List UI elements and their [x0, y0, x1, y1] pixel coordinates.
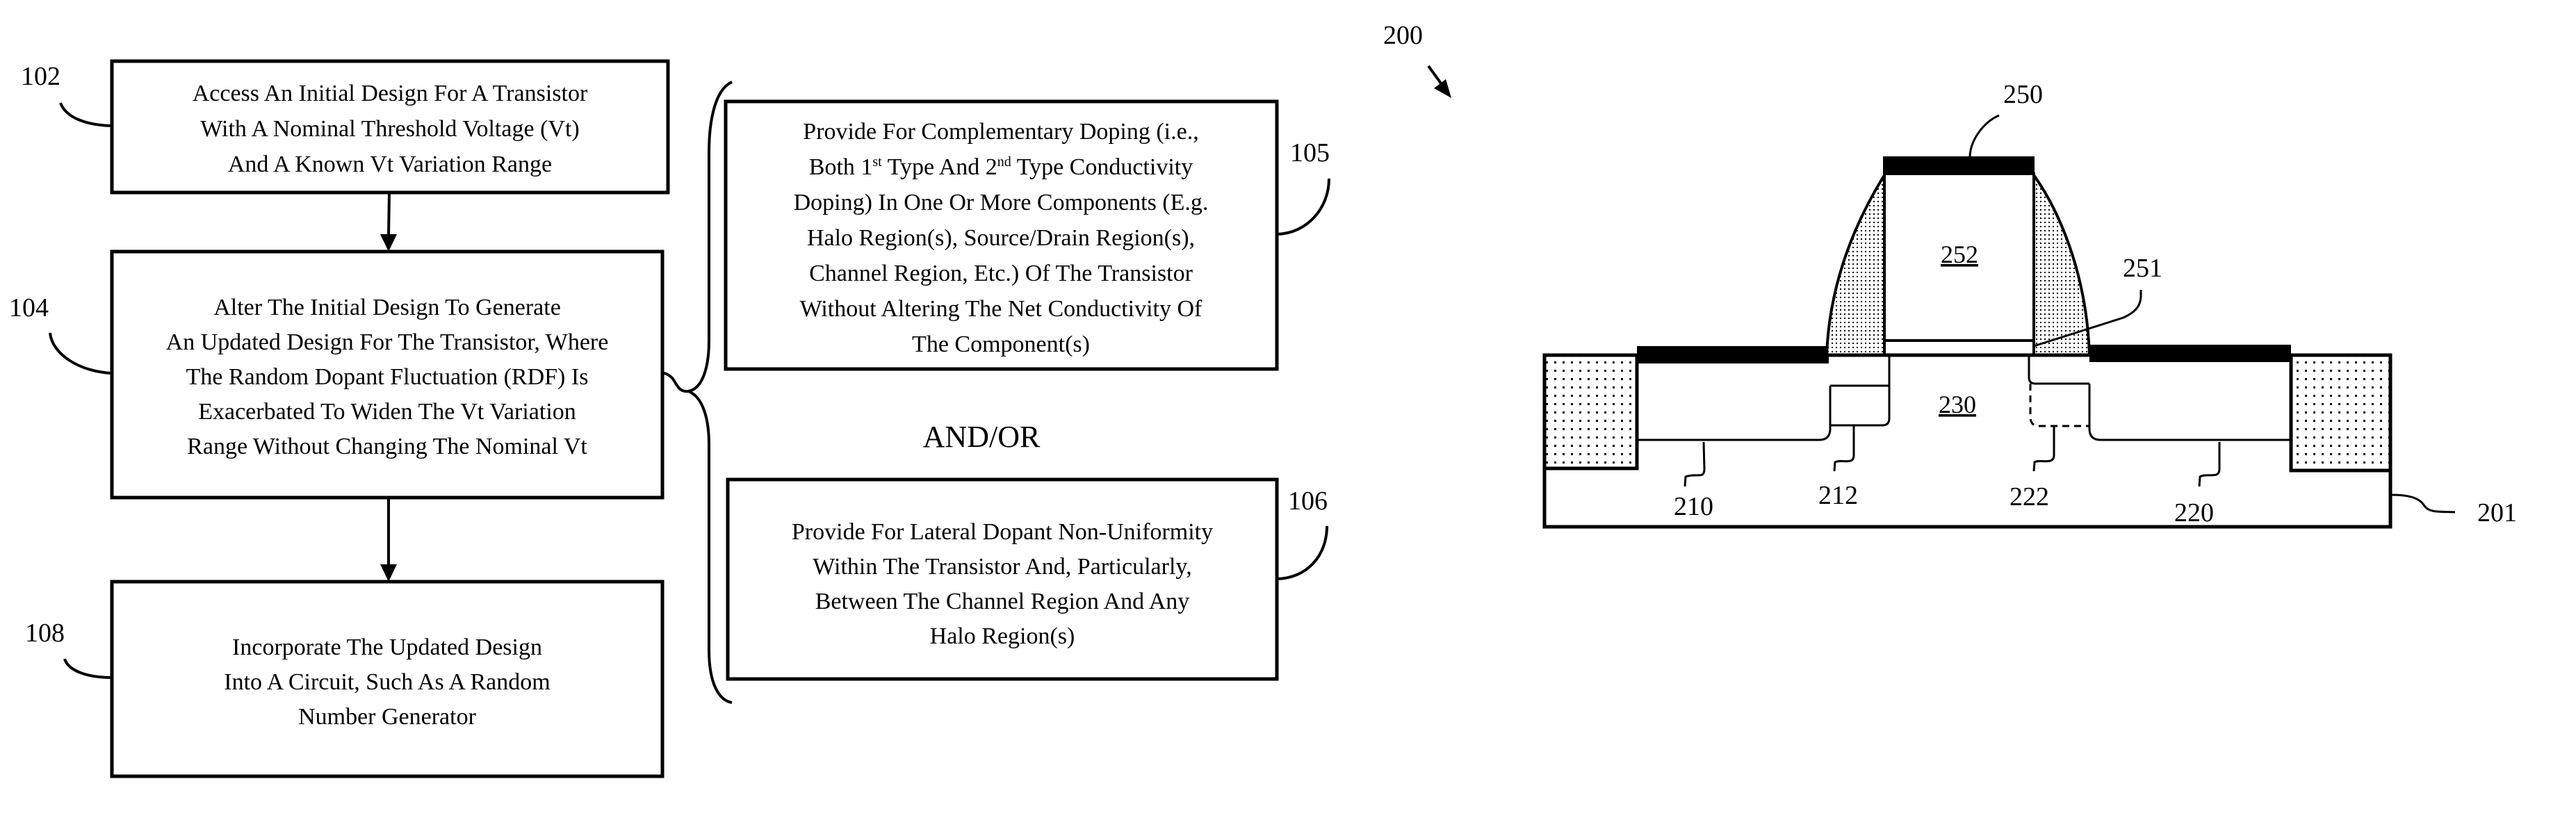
step-text-102-line-2: With A Nominal Threshold Voltage (Vt): [200, 116, 579, 142]
step-text-104-line-4: Exacerbated To Widen The Vt Variation: [198, 399, 576, 425]
step-text-102-line-1: Access An Initial Design For A Transisto…: [193, 81, 588, 106]
gate-cap-250: [1883, 156, 2035, 174]
step-text-102-line-3: And A Known Vt Variation Range: [228, 152, 552, 177]
spacer-right: [2032, 170, 2092, 357]
arrow-102-to-104: [380, 192, 397, 252]
option-text-106-line-4: Halo Region(s): [930, 623, 1075, 649]
transistor-cross-section: 200 252 230 250 251 210 212 222 220 201: [1383, 21, 2517, 529]
ref-label-220: 220: [2174, 498, 2214, 527]
ref-label-106: 106: [1288, 486, 1328, 516]
leader-102: [59, 102, 113, 127]
option-106: 106 Provide For Lateral Dopant Non-Unifo…: [726, 477, 1328, 681]
arrow-104-to-108: [380, 498, 397, 582]
ref-label-222: 222: [2010, 482, 2049, 511]
step-text-108-line-2: Into A Circuit, Such As A Random: [224, 669, 550, 695]
option-text-105-line-4: Halo Region(s), Source/Drain Region(s),: [807, 225, 1195, 251]
step-text-104-line-1: Alter The Initial Design To Generate: [213, 295, 561, 320]
leader-104: [49, 332, 113, 375]
ref-label-105: 105: [1290, 138, 1330, 167]
option-text-105-line-1: Provide For Complementary Doping (i.e.,: [803, 119, 1198, 145]
superscript-nd: nd: [997, 154, 1011, 170]
isolation-left: [1542, 353, 1639, 470]
isolation-right: [2289, 353, 2392, 473]
leader-105: [1276, 178, 1330, 236]
step-text-104-line-5: Range Without Changing The Nominal Vt: [187, 434, 587, 459]
step-108: 108 Incorporate The Updated Design Into …: [25, 580, 665, 778]
option-text-105-line-5: Channel Region, Etc.) Of The Transistor: [809, 261, 1193, 286]
ref-label-250: 250: [2003, 80, 2043, 109]
option-text-105-line-7: The Component(s): [912, 331, 1090, 357]
ref-label-104: 104: [9, 293, 49, 322]
label-252: 252: [1941, 240, 1978, 268]
text-part: Type And 2: [882, 154, 997, 180]
option-text-105-line-6: Without Altering The Net Conductivity Of: [800, 296, 1203, 322]
silicide-left: [1637, 346, 1829, 363]
text-part: Both 1: [809, 154, 873, 180]
ref-label-108: 108: [25, 619, 65, 648]
spacer-left: [1825, 170, 1886, 357]
ref-label-201: 201: [2477, 498, 2517, 527]
leader-250: [1968, 114, 2000, 157]
option-text-105-line-3: Doping) In One Or More Components (E.g.: [794, 190, 1209, 215]
flowchart: 102 Access An Initial Design For A Trans…: [9, 59, 1330, 778]
step-text-104-line-2: An Updated Design For The Transistor, Wh…: [166, 329, 609, 355]
label-230: 230: [1939, 391, 1976, 418]
curly-brace: [662, 81, 733, 704]
leader-108: [63, 658, 113, 679]
option-text-106-line-1: Provide For Lateral Dopant Non-Uniformit…: [792, 519, 1213, 545]
arrow-head-icon: [380, 564, 397, 582]
step-102: 102 Access An Initial Design For A Trans…: [21, 59, 670, 195]
ref-label-102: 102: [21, 62, 60, 91]
superscript-st: st: [872, 154, 882, 170]
ref-label-210: 210: [1674, 492, 1713, 521]
option-text-106-line-3: Between The Channel Region And Any: [815, 589, 1190, 614]
figure-arrow-head-icon: [1434, 79, 1451, 98]
step-text-104-line-3: The Random Dopant Fluctuation (RDF) Is: [186, 364, 589, 390]
ref-label-251: 251: [2123, 254, 2162, 283]
arrow-head-icon: [380, 234, 397, 252]
ref-label-212: 212: [1818, 481, 1858, 510]
text-part: Type Conductivity: [1011, 154, 1193, 180]
step-104: 104 Alter The Initial Design To Generate…: [9, 249, 665, 500]
and-or-connector: AND/OR: [923, 420, 1041, 454]
figure-ref-200: 200: [1383, 21, 1423, 50]
option-105: 105 Provide For Complementary Doping (i.…: [724, 99, 1330, 371]
step-text-108-line-3: Number Generator: [298, 704, 477, 730]
step-text-108-line-1: Incorporate The Updated Design: [232, 634, 542, 660]
silicide-right: [2089, 345, 2291, 362]
option-text-106-line-2: Within The Transistor And, Particularly,: [813, 554, 1191, 580]
leader-201: [2390, 493, 2456, 514]
leader-106: [1276, 525, 1328, 580]
patent-figure: 102 Access An Initial Design For A Trans…: [9, 21, 2517, 778]
